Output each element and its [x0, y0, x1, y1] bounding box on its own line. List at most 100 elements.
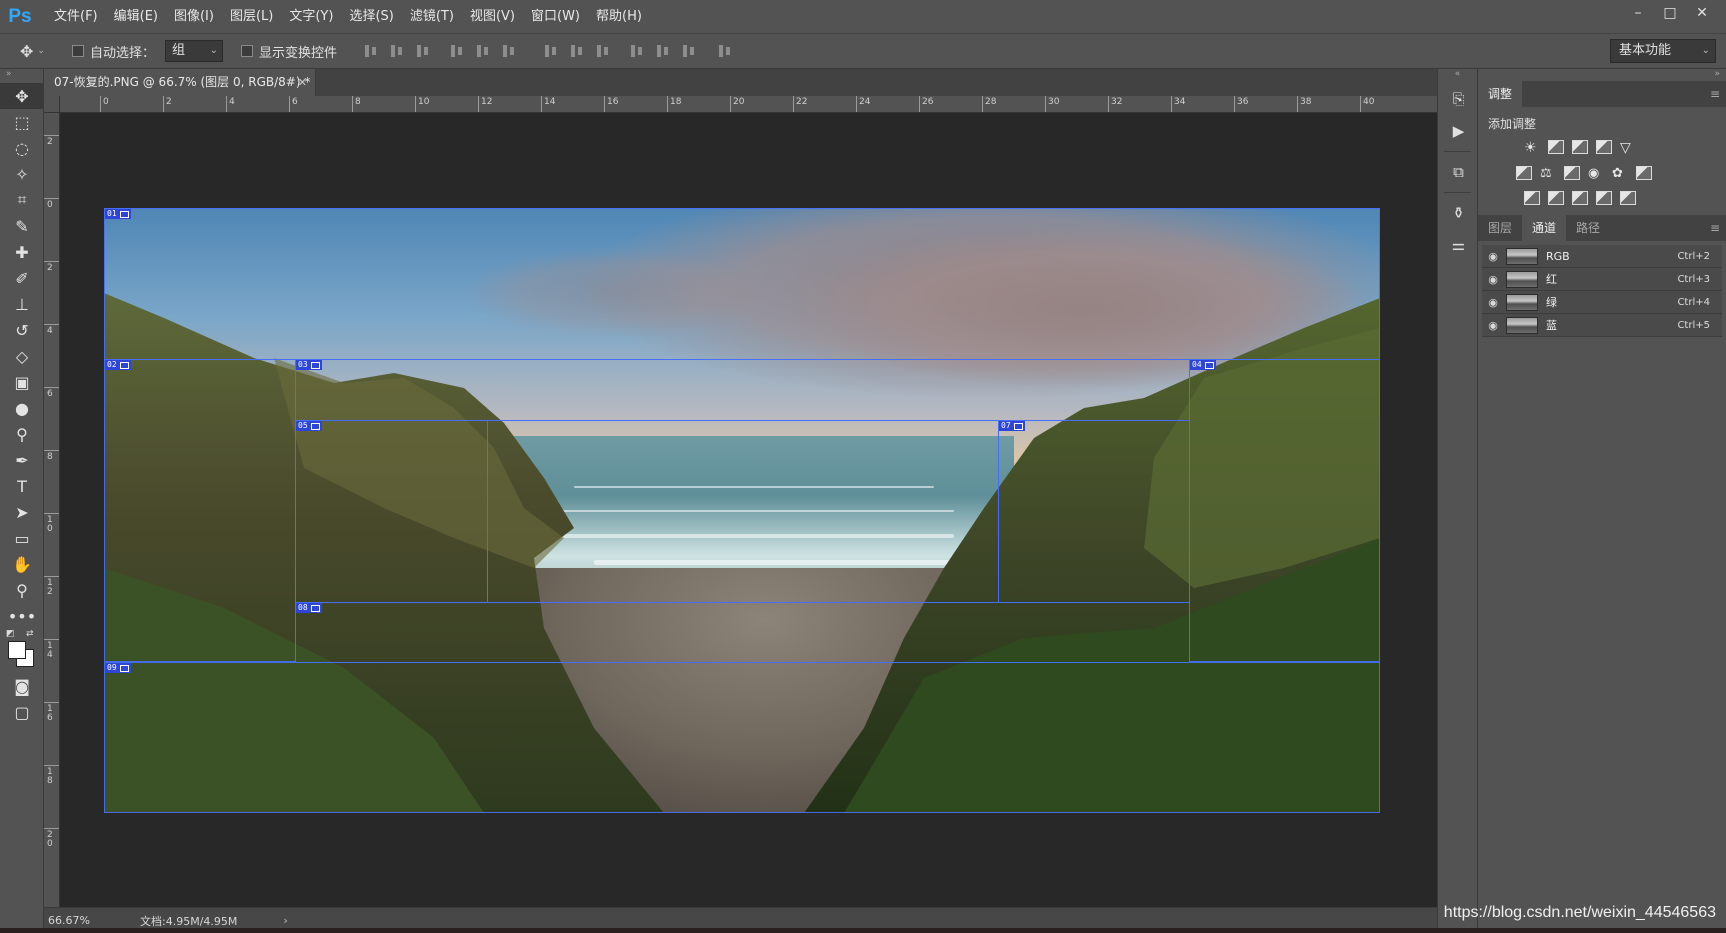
- tab-paths[interactable]: 路径: [1566, 215, 1610, 241]
- eyedropper-tool-icon[interactable]: ✎: [0, 213, 44, 239]
- menu-image[interactable]: 图像(I): [166, 0, 222, 33]
- align-vcenter-icon[interactable]: [389, 43, 405, 59]
- menu-type[interactable]: 文字(Y): [281, 0, 341, 33]
- slice-box[interactable]: 08: [295, 602, 1190, 663]
- gradient-map-icon[interactable]: [1620, 191, 1636, 205]
- menu-view[interactable]: 视图(V): [462, 0, 523, 33]
- slice-box-unlabeled[interactable]: [487, 420, 999, 603]
- auto-align-icon[interactable]: [717, 43, 733, 59]
- photo-filter-icon[interactable]: ◉: [1588, 166, 1604, 181]
- marquee-tool-icon[interactable]: ⬚: [0, 109, 44, 135]
- canvas-image[interactable]: 01 02 03 04 05 07 08 09: [104, 208, 1380, 813]
- align-top-icon[interactable]: [363, 43, 379, 59]
- lasso-tool-icon[interactable]: ◌: [0, 135, 44, 161]
- menu-layer[interactable]: 图层(L): [222, 0, 281, 33]
- ruler-corner[interactable]: [44, 96, 60, 113]
- panel-menu-icon[interactable]: ≡: [1710, 81, 1720, 107]
- path-selection-tool-icon[interactable]: ➤: [0, 499, 44, 525]
- visibility-eye-icon[interactable]: ◉: [1482, 319, 1504, 332]
- posterize-icon[interactable]: [1548, 191, 1564, 205]
- move-tool-icon[interactable]: ✥: [0, 83, 44, 109]
- dodge-tool-icon[interactable]: ⚲: [0, 421, 44, 447]
- crop-tool-icon[interactable]: ⌗: [0, 187, 44, 213]
- workspace-dropdown[interactable]: 基本功能 ⌄: [1610, 39, 1716, 63]
- channel-row-rgb[interactable]: ◉ RGB Ctrl+2: [1482, 245, 1722, 268]
- visibility-eye-icon[interactable]: ◉: [1482, 273, 1504, 286]
- align-right-icon[interactable]: [501, 43, 517, 59]
- close-tab-icon[interactable]: ✕: [298, 69, 307, 96]
- gradient-tool-icon[interactable]: ▣: [0, 369, 44, 395]
- healing-brush-tool-icon[interactable]: ✚: [0, 239, 44, 265]
- canvas-area[interactable]: 01 02 03 04 05 07 08 09: [60, 113, 1437, 907]
- distribute-top-icon[interactable]: [543, 43, 559, 59]
- collapse-icon[interactable]: »: [0, 69, 43, 83]
- rectangle-tool-icon[interactable]: ▭: [0, 525, 44, 551]
- collapse-icon[interactable]: »: [1478, 69, 1726, 81]
- tab-layers[interactable]: 图层: [1478, 215, 1522, 241]
- collapse-icon[interactable]: «: [1438, 69, 1477, 83]
- libraries-panel-icon[interactable]: ⧉: [1438, 156, 1479, 188]
- menu-filter[interactable]: 滤镜(T): [402, 0, 462, 33]
- document-tab[interactable]: 07-恢复的.PNG @ 66.7% (图层 0, RGB/8#) * ✕: [44, 69, 316, 96]
- color-balance-icon[interactable]: ⚖: [1540, 166, 1556, 181]
- vertical-ruler[interactable]: 2 0 2 4 6 8 10 12 14 16 18 20: [44, 113, 60, 907]
- tab-adjustments[interactable]: 调整: [1478, 81, 1523, 107]
- channel-mixer-icon[interactable]: ✿: [1612, 166, 1628, 181]
- type-tool-icon[interactable]: T: [0, 473, 44, 499]
- magic-wand-tool-icon[interactable]: ✧: [0, 161, 44, 187]
- exposure-icon[interactable]: [1596, 140, 1612, 154]
- color-lookup-icon[interactable]: [1636, 166, 1652, 180]
- close-button[interactable]: ✕: [1686, 0, 1718, 26]
- auto-select-dropdown[interactable]: 组 ⌄: [165, 40, 224, 62]
- foreground-color[interactable]: [8, 641, 26, 659]
- blur-tool-icon[interactable]: ●: [0, 395, 44, 421]
- distribute-left-icon[interactable]: [629, 43, 645, 59]
- slice-box[interactable]: 02: [104, 359, 296, 662]
- pen-tool-icon[interactable]: ✒: [0, 447, 44, 473]
- distribute-hcenter-icon[interactable]: [655, 43, 671, 59]
- maximize-button[interactable]: □: [1654, 0, 1686, 26]
- properties-panel-icon[interactable]: ⚌: [1438, 229, 1479, 261]
- align-hcenter-icon[interactable]: [475, 43, 491, 59]
- auto-select-checkbox[interactable]: 自动选择：: [72, 42, 155, 61]
- default-colors-icon[interactable]: ◩: [6, 629, 15, 639]
- invert-icon[interactable]: [1524, 191, 1540, 205]
- levels-icon[interactable]: [1548, 140, 1564, 154]
- align-bottom-icon[interactable]: [415, 43, 431, 59]
- more-tools-icon[interactable]: •••: [0, 603, 44, 629]
- status-menu-arrow-icon[interactable]: ›: [283, 914, 287, 927]
- slice-box[interactable]: 05: [295, 420, 488, 603]
- channel-row-blue[interactable]: ◉ 蓝 Ctrl+5: [1482, 314, 1722, 337]
- slice-box[interactable]: 03: [295, 359, 1190, 421]
- screen-mode-icon[interactable]: ▢: [0, 699, 44, 725]
- slice-box[interactable]: 04: [1189, 359, 1380, 662]
- eraser-tool-icon[interactable]: ◇: [0, 343, 44, 369]
- menu-help[interactable]: 帮助(H): [588, 0, 650, 33]
- slice-box[interactable]: 07: [998, 420, 1190, 603]
- selective-color-icon[interactable]: [1596, 191, 1612, 205]
- horizontal-ruler[interactable]: 0 2 4 6 8 10 12 14 16 18 20 22 24 26 28 30 32 34 36 38 40: [60, 96, 1437, 113]
- distribute-right-icon[interactable]: [681, 43, 697, 59]
- visibility-eye-icon[interactable]: ◉: [1482, 250, 1504, 263]
- quick-mask-icon[interactable]: ◙: [0, 673, 44, 699]
- align-left-icon[interactable]: [449, 43, 465, 59]
- distribute-vcenter-icon[interactable]: [569, 43, 585, 59]
- menu-window[interactable]: 窗口(W): [523, 0, 588, 33]
- zoom-level[interactable]: 66.67%: [44, 914, 104, 927]
- tab-channels[interactable]: 通道: [1522, 215, 1567, 241]
- channel-row-red[interactable]: ◉ 红 Ctrl+3: [1482, 268, 1722, 291]
- slice-box[interactable]: 09: [104, 662, 1380, 813]
- show-transform-checkbox[interactable]: 显示变换控件: [241, 42, 337, 61]
- brush-tool-icon[interactable]: ✐: [0, 265, 44, 291]
- menu-file[interactable]: 文件(F): [46, 0, 106, 33]
- menu-select[interactable]: 选择(S): [341, 0, 401, 33]
- distribute-bottom-icon[interactable]: [595, 43, 611, 59]
- menu-edit[interactable]: 编辑(E): [106, 0, 166, 33]
- panel-menu-icon[interactable]: ≡: [1710, 215, 1720, 241]
- visibility-eye-icon[interactable]: ◉: [1482, 296, 1504, 309]
- move-tool-preset[interactable]: ✥ ⌄: [20, 42, 54, 61]
- brightness-icon[interactable]: ☀: [1524, 140, 1540, 156]
- hand-tool-icon[interactable]: ✋: [0, 551, 44, 577]
- history-panel-icon[interactable]: ⎘: [1438, 83, 1479, 115]
- checkbox-box[interactable]: [72, 45, 84, 57]
